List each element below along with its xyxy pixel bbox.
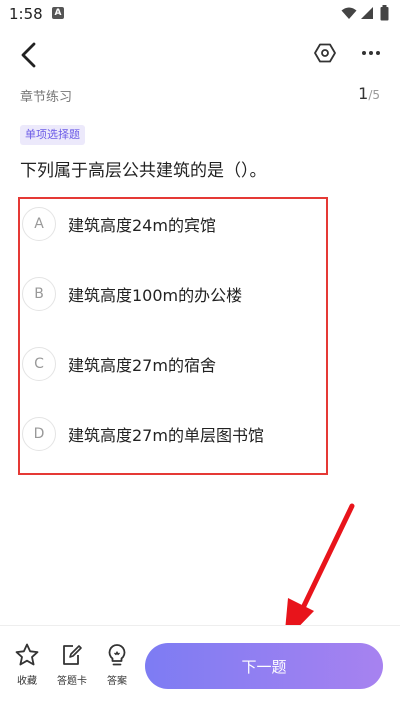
favorite-button[interactable]: 收藏 [14,642,40,687]
answer-card-edit-icon [63,645,82,665]
signal-icon [361,7,373,19]
wifi-icon [341,7,357,19]
next-question-button[interactable]: 下一题 [145,643,383,689]
question-text: 下列属于高层公共建筑的是（）。 [20,161,267,181]
option-d[interactable]: D 建筑高度27m的单层图书馆 [22,412,322,456]
option-c-letter: C [22,347,56,381]
nav-bar [0,28,400,80]
a-notification-icon: A [52,7,64,19]
settings-button[interactable] [310,38,340,68]
more-horizontal-icon [362,51,380,55]
options-highlight-box: A 建筑高度24m的宾馆 B 建筑高度100m的办公楼 C 建筑高度27m的宿舍… [18,197,328,475]
answer-button[interactable]: 答案 [105,642,129,687]
star-icon [15,643,39,666]
back-button[interactable] [12,38,46,72]
battery-icon [380,5,389,21]
hexagon-settings-icon [314,43,336,63]
option-b-text: 建筑高度100m的办公楼 [68,286,243,305]
progress-current: 1 [358,84,369,103]
answer-card-button[interactable]: 答题卡 [57,642,87,687]
option-b[interactable]: B 建筑高度100m的办公楼 [22,272,322,316]
question-type-badge: 单项选择题 [20,125,85,145]
lightbulb-icon [108,644,126,666]
bottom-bar: 收藏 答题卡 答案 下一题 [0,625,400,710]
question-progress: 1/5 [358,84,380,103]
chevron-left-icon [21,42,36,68]
more-button[interactable] [356,38,386,68]
section-label: 章节练习 [20,90,73,105]
option-c[interactable]: C 建筑高度27m的宿舍 [22,342,322,386]
status-bar: 1:58 A [0,0,400,28]
favorite-label: 收藏 [17,676,37,687]
option-a-letter: A [22,207,56,241]
option-d-text: 建筑高度27m的单层图书馆 [68,426,264,445]
option-a-text: 建筑高度24m的宾馆 [68,216,216,235]
option-a[interactable]: A 建筑高度24m的宾馆 [22,202,322,246]
option-c-text: 建筑高度27m的宿舍 [68,356,216,375]
section-row: 章节练习 1/5 [0,80,400,110]
status-time: 1:58 [9,5,43,23]
answer-card-label: 答题卡 [57,676,87,687]
option-b-letter: B [22,277,56,311]
progress-total: /5 [368,88,380,102]
option-d-letter: D [22,417,56,451]
answer-label: 答案 [107,676,127,687]
